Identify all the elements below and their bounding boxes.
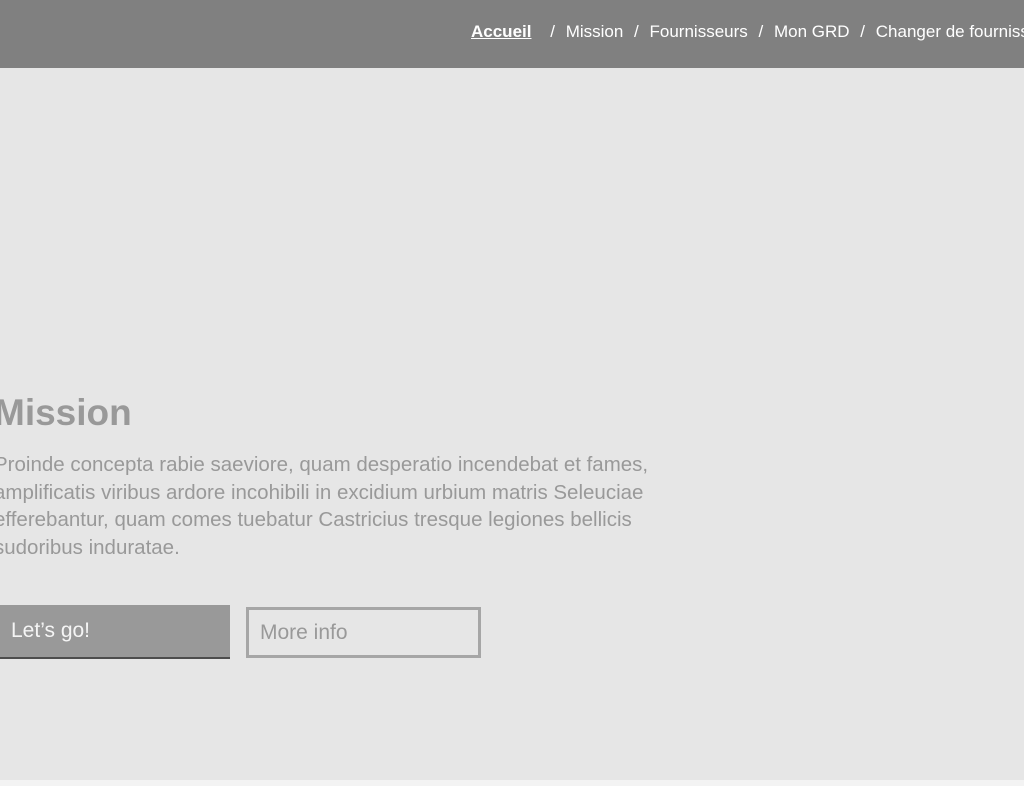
- nav-link-accueil[interactable]: Accueil: [471, 22, 531, 41]
- hero-description: Proinde concepta rabie saeviore, quam de…: [0, 453, 649, 559]
- nav-separator: /: [634, 22, 639, 41]
- nav-link-mission[interactable]: Mission: [566, 22, 624, 41]
- lets-go-button[interactable]: Let’s go!: [0, 605, 230, 659]
- top-navigation-bar: Accueil / Mission / Fournisseurs / Mon G…: [0, 0, 1024, 68]
- hero-section: Mission Proinde concepta rabie saeviore,…: [0, 68, 1024, 780]
- nav-link-fournisseurs[interactable]: Fournisseurs: [650, 22, 748, 41]
- hero-title: Mission: [0, 392, 132, 433]
- nav-separator: /: [860, 22, 866, 41]
- hero-actions: Let’s go! More info: [0, 605, 494, 661]
- hero-content: Mission Proinde concepta rabie saeviore,…: [0, 391, 674, 561]
- nav-separator: /: [758, 22, 764, 41]
- more-info-button[interactable]: More info: [246, 607, 481, 658]
- main-navigation: Accueil / Mission / Fournisseurs / Mon G…: [471, 21, 1024, 43]
- nav-link-changer-de-fournisseur[interactable]: Changer de fournisseur: [876, 22, 1024, 41]
- nav-separator: /: [550, 22, 555, 41]
- nav-link-mon-grd[interactable]: Mon GRD: [774, 22, 850, 41]
